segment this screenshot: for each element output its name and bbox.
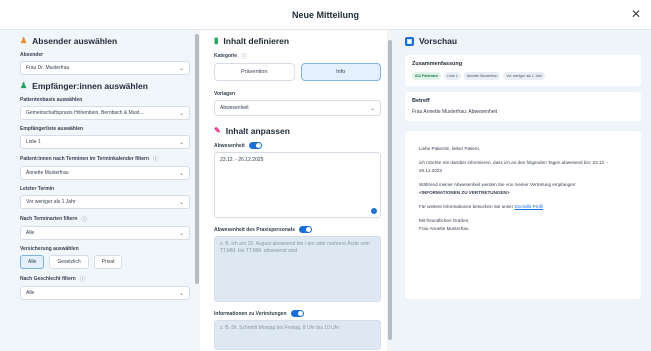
summary-card: Zusammenfassung 812 Patienten Liste 1 An… bbox=[405, 55, 641, 86]
insurance-toggle-group: Alle Gesetzlich Privat bbox=[20, 255, 190, 269]
dialog-title: Neue Mitteilung bbox=[292, 9, 359, 20]
person-icon: ♟ bbox=[20, 36, 28, 45]
category-option-prevention[interactable]: Prävention bbox=[214, 63, 295, 81]
category-option-info[interactable]: Info bbox=[300, 63, 381, 81]
category-label: Kategorie ⓘ bbox=[214, 52, 247, 60]
info-icon[interactable]: ⓘ bbox=[153, 155, 159, 163]
absence-label: Abwesenheit bbox=[214, 142, 381, 149]
dialog-header: Neue Mitteilung ✕ bbox=[0, 0, 651, 30]
insurance-option-statutory[interactable]: Gesetzlich bbox=[49, 255, 89, 269]
customize-section-heading: ✎ Inhalt anpassen bbox=[214, 126, 290, 136]
preview-icon: ▣ bbox=[405, 36, 414, 46]
chevron-down-icon: ⌄ bbox=[369, 105, 375, 112]
sender-select[interactable]: Frau Dr. Musterfrau ⌄ bbox=[20, 61, 190, 75]
recipients-section-heading: ♟ Empfänger:innen auswählen bbox=[20, 81, 148, 91]
preview-heading: ▣ Vorschau bbox=[405, 36, 458, 46]
sender-label: Absender bbox=[20, 52, 44, 58]
subject-value: Frau Annette Musterfrau: Abwesenheit bbox=[412, 109, 498, 115]
summary-title: Zusammenfassung bbox=[412, 61, 463, 67]
list-chip: Liste 1 bbox=[444, 72, 461, 80]
profile-link[interactable]: Doctolib-Profil bbox=[515, 204, 544, 209]
substitution-toggle[interactable] bbox=[290, 310, 304, 317]
chevron-down-icon: ⌄ bbox=[178, 65, 184, 72]
info-icon[interactable]: ⓘ bbox=[80, 275, 86, 283]
substitution-label: Informationen zu Vertretungen bbox=[214, 310, 381, 317]
message-line2: Während meiner Abwesenheit werden Sie vo… bbox=[419, 182, 577, 187]
message-greeting: Liebe Patientin, lieber Patient, bbox=[419, 146, 481, 151]
chevron-down-icon: ⌄ bbox=[178, 170, 184, 177]
category-toggle-group: Prävention Info bbox=[214, 63, 381, 81]
resize-handle-icon[interactable] bbox=[371, 208, 377, 214]
new-message-dialog: Neue Mitteilung ✕ ♟ Absender auswählen A… bbox=[0, 0, 651, 351]
sender-section-heading: ♟ Absender auswählen bbox=[20, 36, 118, 46]
document-icon: ▮ bbox=[214, 36, 219, 45]
chevron-down-icon: ⌄ bbox=[178, 230, 184, 237]
staff-absence-textarea[interactable]: z. B. ich am 15. August abwesend bin / a… bbox=[214, 236, 381, 302]
insurance-option-private[interactable]: Privat bbox=[93, 255, 123, 269]
recipient-list-select[interactable]: Liste 1 ⌄ bbox=[20, 135, 190, 149]
content-panel: ▮ Inhalt definieren Kategorie ⓘ Präventio… bbox=[200, 30, 393, 351]
insurance-option-all[interactable]: Alle bbox=[20, 255, 45, 269]
chevron-down-icon: ⌄ bbox=[178, 110, 184, 117]
content-section-heading: ▮ Inhalt definieren bbox=[214, 36, 290, 46]
info-icon[interactable]: ⓘ bbox=[81, 215, 87, 223]
patients-count-chip: 812 Patienten bbox=[412, 72, 442, 80]
subject-title: Betreff bbox=[412, 98, 430, 104]
absence-textarea[interactable]: 23.12. - 26.12.2025 bbox=[214, 152, 381, 218]
close-icon[interactable]: ✕ bbox=[631, 8, 641, 20]
staff-absence-label: Abwesenheit des Praxispersonals bbox=[214, 226, 381, 233]
appointment-type-select[interactable]: Alle ⌄ bbox=[20, 226, 190, 240]
people-icon: ♟ bbox=[20, 81, 28, 90]
summary-chips: 812 Patienten Liste 1 Annette Musterfrau… bbox=[412, 72, 634, 80]
appointment-filter-label: Patient:innen nach Terminen im Terminkal… bbox=[20, 155, 159, 163]
templates-label: Vorlagen bbox=[214, 91, 236, 97]
patient-base-select[interactable]: Gemeinschaftspraxis Höhenbein, Bernbach … bbox=[20, 106, 190, 120]
templates-select[interactable]: Abwesenheit ⌄ bbox=[214, 100, 381, 116]
last-appointment-chip: Vor weniger als 1 Jahr bbox=[503, 72, 545, 80]
doctor-chip: Annette Musterfrau bbox=[463, 72, 501, 80]
absence-toggle[interactable] bbox=[248, 142, 262, 149]
message-placeholder: <INFORMATIONEN ZU VERTRETUNGEN> bbox=[419, 190, 510, 195]
insurance-label: Versicherung auswählen bbox=[20, 246, 79, 252]
pencil-icon: ✎ bbox=[214, 126, 221, 135]
message-line3: Für weitere Informationen besuchen Sie u… bbox=[419, 204, 544, 209]
preview-panel: ▣ Vorschau Zusammenfassung 812 Patienten… bbox=[393, 30, 651, 351]
patient-base-label: Patientenbasis auswählen bbox=[20, 97, 83, 103]
info-icon[interactable]: ⓘ bbox=[241, 52, 247, 60]
appointment-type-label: Nach Terminarten filtern ⓘ bbox=[20, 215, 87, 223]
chevron-down-icon: ⌄ bbox=[178, 290, 184, 297]
chevron-down-icon: ⌄ bbox=[178, 139, 184, 146]
substitution-textarea[interactable]: z. B. Dr. Schmidt Montag bis Freitag, 8 … bbox=[214, 320, 381, 350]
gender-filter-label: Nach Geschlecht filtern ⓘ bbox=[20, 275, 86, 283]
last-appointment-select[interactable]: Vor weniger als 1 Jahr ⌄ bbox=[20, 195, 190, 209]
message-closing: Mit freundlichen Grüßen, Frau Annette Mus… bbox=[419, 218, 470, 231]
subject-card: Betreff Frau Annette Musterfrau: Abwesen… bbox=[405, 92, 641, 121]
gender-filter-select[interactable]: Alle ⌄ bbox=[20, 286, 190, 300]
last-appointment-label: Letzter Termin bbox=[20, 186, 55, 192]
appointment-filter-select[interactable]: Annette Musterfrau ⌄ bbox=[20, 166, 190, 180]
recipient-panel: ♟ Absender auswählen Absender Frau Dr. M… bbox=[0, 30, 200, 351]
chevron-down-icon: ⌄ bbox=[178, 199, 184, 206]
staff-absence-toggle[interactable] bbox=[298, 226, 312, 233]
message-line1: ich möchte Sie darüber informieren, dass… bbox=[419, 160, 609, 173]
recipient-list-label: Empfängerliste auswählen bbox=[20, 126, 84, 132]
message-preview: Liebe Patientin, lieber Patient, ich möc… bbox=[405, 131, 641, 299]
